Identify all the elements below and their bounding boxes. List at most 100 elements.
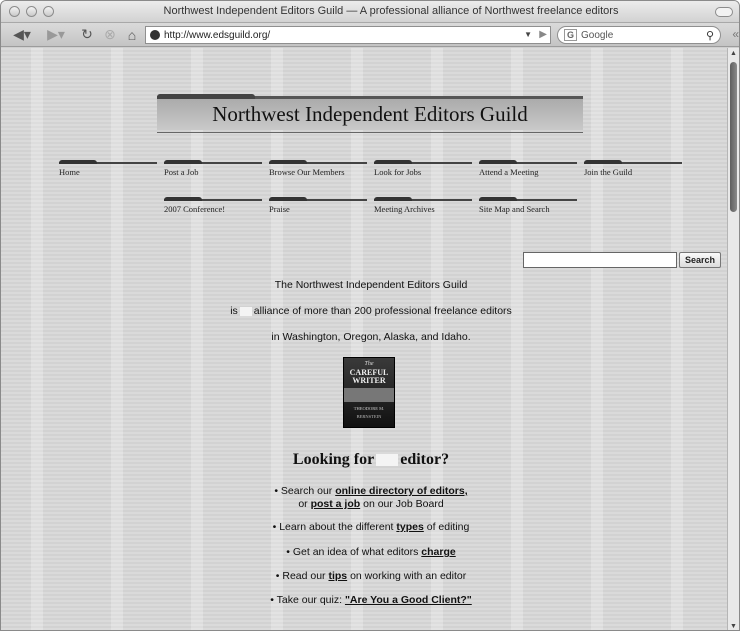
zoom-window-button[interactable]: [43, 6, 54, 17]
stop-button[interactable]: ⊗: [100, 25, 120, 44]
nav-item-site-map[interactable]: Site Map and Search: [479, 197, 577, 215]
window-title: Northwest Independent Editors Guild — A …: [163, 5, 619, 17]
nav-item-browse-members[interactable]: Browse Our Members: [269, 160, 367, 178]
site-icon: [150, 30, 160, 40]
bullet-text: of editing: [426, 521, 470, 533]
site-search-button[interactable]: Search: [679, 252, 721, 268]
bullet-text: Search our: [280, 485, 333, 497]
link-good-client-quiz[interactable]: "Are You a Good Client?": [345, 594, 472, 606]
bullet-text: Read our: [282, 570, 326, 582]
search-engine-box[interactable]: G Google ⚲: [557, 26, 721, 44]
bullet-text: on our Job Board: [363, 498, 444, 510]
reload-button[interactable]: ↻: [77, 25, 97, 44]
nav-link-join-guild[interactable]: Join the Guild: [584, 167, 632, 177]
bullet-text: on working with an editor: [350, 570, 467, 582]
url-text: http://www.edsguild.org/: [164, 29, 271, 41]
nav-link-post-a-job[interactable]: Post a Job: [164, 167, 198, 177]
link-charge[interactable]: charge: [421, 546, 455, 558]
nav-link-browse-members[interactable]: Browse Our Members: [269, 167, 345, 177]
url-history-icon[interactable]: ▼: [524, 30, 532, 39]
nav-tab: [479, 160, 517, 164]
nav-link-conference[interactable]: 2007 Conference!: [164, 204, 225, 214]
forward-icon: ▶▾: [47, 26, 65, 42]
nav-link-look-for-jobs[interactable]: Look for Jobs: [374, 167, 421, 177]
link-online-directory[interactable]: online directory of editors,: [335, 485, 467, 497]
bullet-quiz: • Take our quiz: "Are You a Good Client?…: [270, 594, 472, 606]
site-title: Northwest Independent Editors Guild: [212, 102, 528, 126]
link-post-a-job[interactable]: post a job: [311, 498, 361, 510]
bullet-charges: • Get an idea of what editors charge: [286, 546, 456, 558]
intro-line-2-start: is: [230, 305, 238, 317]
back-button[interactable]: ◀▾: [7, 25, 37, 44]
nav-item-praise[interactable]: Praise: [269, 197, 367, 215]
overflow-icon[interactable]: «: [732, 27, 739, 41]
link-tips[interactable]: tips: [328, 570, 347, 582]
nav-link-praise[interactable]: Praise: [269, 204, 290, 214]
url-bar[interactable]: http://www.edsguild.org/ ▼ ▶: [145, 26, 551, 44]
nav-item-attend-meeting[interactable]: Attend a Meeting: [479, 160, 577, 178]
forward-button[interactable]: ▶▾: [41, 25, 71, 44]
site-search-input[interactable]: [523, 252, 677, 268]
nav-item-home[interactable]: Home: [59, 160, 157, 178]
bullet-editing-types: • Learn about the different types of edi…: [272, 521, 470, 533]
google-icon[interactable]: G: [564, 29, 578, 41]
vertical-scrollbar[interactable]: ▲ ▼: [727, 48, 739, 630]
bullet-search-directory: • Search our online directory of editors…: [274, 485, 468, 497]
browser-window: Northwest Independent Editors Guild — A …: [0, 0, 740, 631]
scroll-thumb[interactable]: [730, 62, 737, 212]
search-icon[interactable]: ⚲: [706, 29, 714, 42]
scroll-up-icon[interactable]: ▲: [730, 50, 737, 57]
heading-start: Looking for: [292, 451, 375, 468]
nav-tab: [164, 160, 202, 164]
bullet-post-job: or post a job on our Job Board: [141, 498, 601, 510]
banner-bottom-rule: [157, 132, 583, 133]
link-types[interactable]: types: [396, 521, 423, 533]
nav-tab: [374, 197, 412, 201]
web-page: Northwest Independent Editors Guild Home…: [1, 48, 729, 630]
search-engine-placeholder: Google: [581, 29, 614, 41]
nav-item-meeting-archives[interactable]: Meeting Archives: [374, 197, 472, 215]
nav-item-conference[interactable]: 2007 Conference!: [164, 197, 262, 215]
nav-link-home[interactable]: Home: [59, 167, 80, 177]
bullet-text: Get an idea of what editors: [292, 546, 419, 558]
redacted-word: [239, 306, 252, 316]
intro-line-2-end: alliance of more than 200 professional f…: [253, 305, 512, 317]
site-banner: Northwest Independent Editors Guild: [157, 94, 583, 134]
bullet-tips: • Read our tips on working with an edito…: [275, 570, 467, 582]
nav-link-site-map[interactable]: Site Map and Search: [479, 204, 550, 214]
window-controls: [9, 6, 54, 17]
nav-tab: [269, 160, 307, 164]
intro-line-1: The Northwest Independent Editors Guild: [274, 279, 468, 291]
redacted-word: [376, 454, 399, 467]
nav-link-meeting-archives[interactable]: Meeting Archives: [374, 204, 435, 214]
book-stripe: [344, 388, 394, 402]
nav-tab: [374, 160, 412, 164]
nav-tab: [584, 160, 622, 164]
intro-line-3: in Washington, Oregon, Alaska, and Idaho…: [271, 331, 471, 343]
nav-link-attend-meeting[interactable]: Attend a Meeting: [479, 167, 538, 177]
close-window-button[interactable]: [9, 6, 20, 17]
toolbar-toggle-button[interactable]: [715, 7, 733, 17]
intro-line-2: is alliance of more than 200 professional…: [121, 305, 621, 317]
go-icon[interactable]: ▶: [539, 29, 547, 40]
book-author-last: BERNSTEIN: [356, 414, 382, 419]
looking-for-heading: Looking for editor?: [201, 451, 541, 469]
nav-tab: [269, 197, 307, 201]
minimize-window-button[interactable]: [26, 6, 37, 17]
bullet-text: Learn about the different: [279, 521, 394, 533]
banner-box: Northwest Independent Editors Guild: [157, 99, 583, 130]
nav-item-post-a-job[interactable]: Post a Job: [164, 160, 262, 178]
nav-item-look-for-jobs[interactable]: Look for Jobs: [374, 160, 472, 178]
home-button[interactable]: ⌂: [122, 25, 142, 44]
book-author-first: THEODORE M.: [353, 406, 385, 411]
book-cover-image[interactable]: The CAREFUL WRITER THEODORE M. BERNSTEIN: [343, 357, 395, 428]
bullet-text: or: [298, 498, 308, 510]
scroll-down-icon[interactable]: ▼: [730, 623, 737, 630]
nav-tab: [59, 160, 97, 164]
stop-icon: ⊗: [104, 26, 116, 42]
reload-icon: ↻: [81, 26, 93, 42]
nav-item-join-guild[interactable]: Join the Guild: [584, 160, 682, 178]
bullet-text: Take our quiz:: [276, 594, 343, 606]
heading-end: editor?: [400, 451, 450, 468]
book-title: CAREFUL WRITER: [349, 368, 389, 385]
